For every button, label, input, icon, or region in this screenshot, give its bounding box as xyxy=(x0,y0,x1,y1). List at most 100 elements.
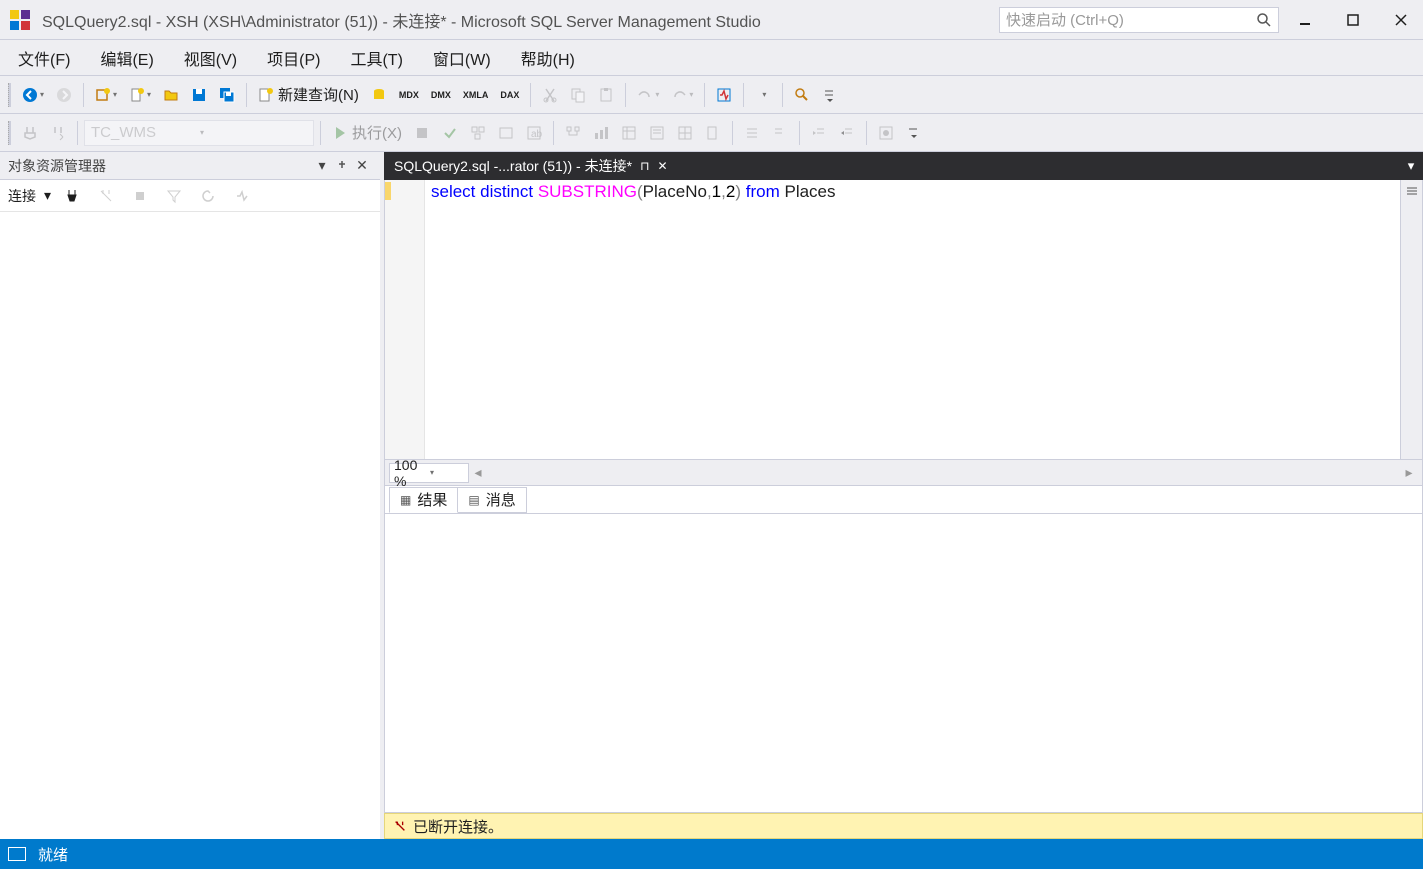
toolbar-standard: ▾ ▾ ▾ 新建查询(N) MDX DMX XMLA DAX ▾ ▾ ▾ xyxy=(0,76,1423,114)
quick-launch-input[interactable]: 快速启动 (Ctrl+Q) xyxy=(999,7,1279,33)
editor-code[interactable]: select distinct SUBSTRING(PlaceNo,1,2) f… xyxy=(425,180,1400,459)
mdx-query-button[interactable]: MDX xyxy=(394,82,424,108)
intellisense-button[interactable]: ab xyxy=(521,120,547,146)
include-actual-plan-button[interactable] xyxy=(560,120,586,146)
save-button[interactable] xyxy=(186,82,212,108)
separator xyxy=(83,83,84,107)
dmx-query-button[interactable]: DMX xyxy=(426,82,456,108)
menu-edit[interactable]: 编辑(E) xyxy=(86,40,167,76)
main-area: 对象资源管理器 ▾ ✕ 连接 ▾ SQLQuery2.sql -...rator… xyxy=(0,152,1423,839)
new-query-button[interactable]: 新建查询(N) xyxy=(253,82,364,108)
database-combo-value: TC_WMS xyxy=(91,124,198,141)
connect-server-button[interactable] xyxy=(59,183,85,209)
paste-button[interactable] xyxy=(593,82,619,108)
dax-query-button[interactable]: DAX xyxy=(495,82,524,108)
new-file-button[interactable]: ▾ xyxy=(124,82,156,108)
connect-label: 连接 xyxy=(8,186,36,206)
new-project-button[interactable]: ▾ xyxy=(90,82,122,108)
uncomment-button[interactable] xyxy=(767,120,793,146)
menu-help[interactable]: 帮助(H) xyxy=(507,40,589,76)
menu-file[interactable]: 文件(F) xyxy=(4,40,84,76)
nav-back-button[interactable]: ▾ xyxy=(17,82,49,108)
parse-button[interactable] xyxy=(437,120,463,146)
connect-button[interactable] xyxy=(17,120,43,146)
maximize-button[interactable] xyxy=(1339,6,1367,34)
sql-editor[interactable]: select distinct SUBSTRING(PlaceNo,1,2) f… xyxy=(384,180,1423,460)
display-plan-button[interactable] xyxy=(465,120,491,146)
comment-button[interactable] xyxy=(739,120,765,146)
object-explorer-title: 对象资源管理器 xyxy=(8,156,312,176)
xmla-query-button[interactable]: XMLA xyxy=(458,82,494,108)
tabbar-spacer xyxy=(678,152,1400,180)
activity-monitor-button[interactable] xyxy=(711,82,737,108)
tabbar-dropdown-button[interactable]: ▾ xyxy=(1399,152,1423,180)
tab-messages[interactable]: ▤ 消息 xyxy=(458,487,526,513)
live-query-stats-button[interactable] xyxy=(588,120,614,146)
split-handle[interactable] xyxy=(1400,180,1422,459)
search-icon xyxy=(1256,12,1272,28)
panel-dropdown-button[interactable]: ▾ xyxy=(312,157,332,174)
scroll-left-button[interactable]: ◂ xyxy=(469,464,487,481)
results-file-button[interactable] xyxy=(700,120,726,146)
redo-button[interactable]: ▾ xyxy=(666,82,698,108)
disconnect-button[interactable] xyxy=(93,183,119,209)
connect-dropdown[interactable]: ▾ xyxy=(44,187,51,204)
play-icon xyxy=(332,125,348,141)
connection-status-bar: 已断开连接。 xyxy=(384,813,1423,839)
outdent-button[interactable] xyxy=(834,120,860,146)
copy-button[interactable] xyxy=(565,82,591,108)
results-tab-bar: ▦ 结果 ▤ 消息 xyxy=(384,486,1423,514)
pin-icon[interactable] xyxy=(332,160,352,172)
separator xyxy=(553,121,554,145)
menu-view[interactable]: 视图(V) xyxy=(170,40,251,76)
toolbar-overflow-button-2[interactable] xyxy=(901,120,927,146)
tab-results[interactable]: ▦ 结果 xyxy=(389,487,458,513)
query-options-button[interactable] xyxy=(493,120,519,146)
filter-button[interactable] xyxy=(161,183,187,209)
stop-oe-button[interactable] xyxy=(127,183,153,209)
client-stats-button[interactable] xyxy=(616,120,642,146)
change-connection-button[interactable] xyxy=(45,120,71,146)
new-query-icon xyxy=(258,87,274,103)
separator xyxy=(77,121,78,145)
separator xyxy=(704,83,705,107)
close-tab-icon[interactable]: ✕ xyxy=(657,159,667,173)
find-button[interactable] xyxy=(789,82,815,108)
menu-tools[interactable]: 工具(T) xyxy=(336,40,416,76)
database-combo[interactable]: TC_WMS ▾ xyxy=(84,120,314,146)
zoom-select[interactable]: 100 % ▾ xyxy=(389,463,469,483)
window-title: SQLQuery2.sql - XSH (XSH\Administrator (… xyxy=(42,8,999,32)
specify-values-button[interactable] xyxy=(873,120,899,146)
status-icon xyxy=(8,847,26,861)
svg-text:ab: ab xyxy=(531,129,542,140)
menu-bar: 文件(F) 编辑(E) 视图(V) 项目(P) 工具(T) 窗口(W) 帮助(H… xyxy=(0,40,1423,76)
results-text-button[interactable] xyxy=(644,120,670,146)
results-grid-button[interactable] xyxy=(672,120,698,146)
indent-button[interactable] xyxy=(806,120,832,146)
open-file-button[interactable] xyxy=(158,82,184,108)
menu-project[interactable]: 项目(P) xyxy=(253,40,334,76)
object-explorer-tree[interactable] xyxy=(0,212,380,839)
undo-button[interactable]: ▾ xyxy=(632,82,664,108)
close-button[interactable] xyxy=(1387,6,1415,34)
save-all-button[interactable] xyxy=(214,82,240,108)
pin-tab-icon[interactable]: ⊓ xyxy=(640,159,649,173)
execute-button[interactable]: 执行(X) xyxy=(327,120,407,146)
message-icon: ▤ xyxy=(468,493,479,507)
toolbar-overflow-button[interactable] xyxy=(817,82,843,108)
chevron-down-icon: ▾ xyxy=(200,128,307,137)
menu-window[interactable]: 窗口(W) xyxy=(419,40,505,76)
scroll-right-button[interactable]: ▸ xyxy=(1400,464,1418,481)
minimize-button[interactable] xyxy=(1291,6,1319,34)
database-engine-query-button[interactable] xyxy=(366,82,392,108)
nav-forward-button[interactable] xyxy=(51,82,77,108)
results-panel[interactable] xyxy=(384,514,1423,813)
cut-button[interactable] xyxy=(537,82,563,108)
tool-dropdown-button[interactable]: ▾ xyxy=(750,82,776,108)
close-panel-button[interactable]: ✕ xyxy=(352,157,372,174)
messages-tab-label: 消息 xyxy=(486,489,516,510)
stop-button[interactable] xyxy=(409,120,435,146)
tab-active[interactable]: SQLQuery2.sql -...rator (51)) - 未连接* ⊓ ✕ xyxy=(384,152,678,180)
oe-details-button[interactable] xyxy=(229,183,255,209)
refresh-button[interactable] xyxy=(195,183,221,209)
